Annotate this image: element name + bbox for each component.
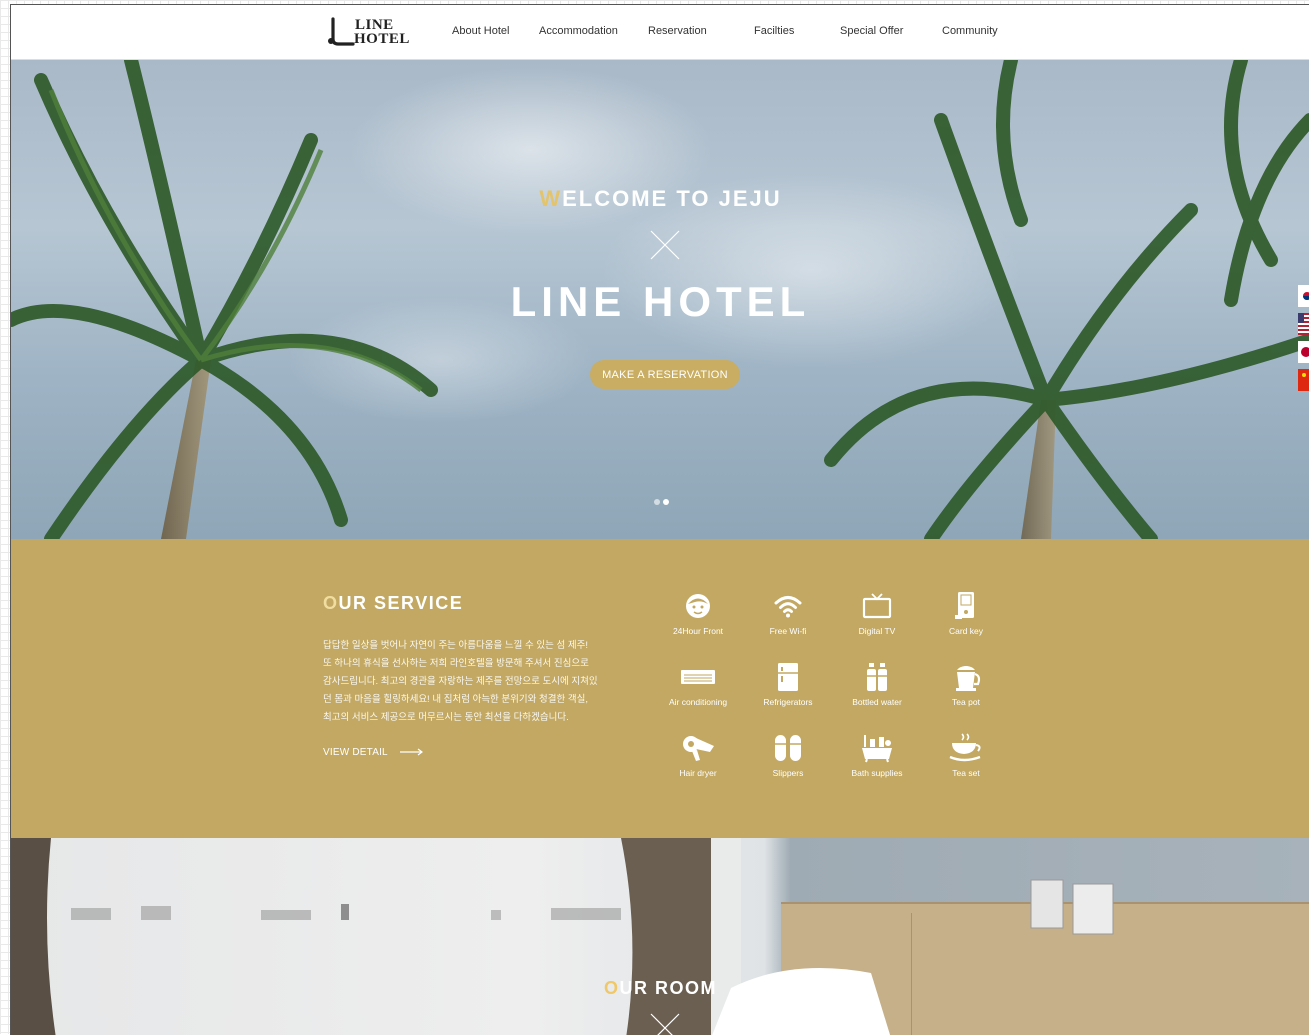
hotel-logo[interactable]: LINE HOTEL [327,15,417,49]
amenity-label: Tea set [952,768,980,778]
slider-dots [654,492,672,510]
amenity-label: Bath supplies [851,768,903,778]
service-line: 던 몸과 마음을 힐링하세요! 내 집처럼 아늑한 분위기와 청결한 객실, [323,694,589,705]
service-line: 최고의 서비스 제공으로 머무르시는 동안 최선을 다하겠습니다. [323,712,569,723]
amenity-label: Air conditioning [668,697,728,707]
amenity-label: Slippers [772,768,804,778]
air-conditioner-icon [681,670,715,684]
amenity-bottled-water: Bottled water [837,662,917,707]
hero-title: LINE HOTEL [510,278,811,325]
tv-icon [862,593,892,619]
service-line: 감사드립니다. 최고의 경관을 자랑하는 제주를 전망으로 도시에 지쳐있 [323,676,598,687]
logo-text-line2: HOTEL [354,31,410,47]
view-detail-label: VIEW DETAIL [323,747,388,758]
amenity-digital-tv: Digital TV [837,591,917,636]
nav-special-offer[interactable]: Special Offer [840,25,903,37]
cross-divider-icon [650,1013,680,1035]
amenity-label: Hair dryer [679,768,717,778]
amenity-label: Bottled water [852,697,902,707]
slider-dot-1[interactable] [654,499,660,505]
room-title-rest: UR ROOM [619,978,717,998]
tea-set-icon [949,733,981,762]
welcome-rest: ELCOME TO JEJU [562,186,782,211]
amenity-free-wifi: Free Wi-fi [748,591,828,636]
our-room-section: OUR ROOM [11,838,1309,1035]
welcome-first-letter: W [539,186,563,211]
service-line: 또 하나의 휴식을 선사하는 저희 라인호텔을 방문해 주셔서 진심으로 [323,658,589,669]
amenity-tea-set: Tea set [926,733,1006,778]
usa-flag-icon[interactable] [1298,313,1309,335]
hero-welcome-text: WELCOME TO JEJU [11,186,1309,212]
refrigerator-icon [778,663,798,691]
browser-viewport: LINE HOTEL About Hotel Accommodation Res… [10,4,1309,1035]
language-selector [1298,285,1309,397]
amenity-bath-supplies: Bath supplies [837,733,917,778]
card-key-icon [955,592,974,619]
face-icon [686,594,710,618]
hair-dryer-icon [683,736,714,761]
service-line: 답답한 일상을 벗어나 자연이 주는 아름다움을 느낄 수 있는 섬 제주! [323,640,589,651]
amenity-hair-dryer: Hair dryer [658,733,738,778]
make-reservation-button[interactable]: MAKE A RESERVATION [590,360,740,389]
view-detail-link[interactable]: VIEW DETAIL [323,747,424,758]
japan-flag-icon[interactable] [1298,341,1309,363]
nav-reservation[interactable]: Reservation [648,25,707,37]
amenity-24hour-front: 24Hour Front [658,591,738,636]
service-description: 답답한 일상을 벗어나 자연이 주는 아름다움을 느낄 수 있는 섬 제주! 또… [323,637,633,727]
amenity-air-conditioning: Air conditioning [658,662,738,707]
amenity-label: Refrigerators [763,697,813,707]
logo-mark-icon [328,17,355,46]
hero-banner: WELCOME TO JEJU LINE HOTEL MAKE A RESERV… [11,60,1309,539]
amenity-tea-pot: Tea pot [926,662,1006,707]
service-title-first: O [323,593,339,613]
amenity-refrigerators: Refrigerators [748,662,828,707]
amenity-label: Card key [948,626,983,636]
bottled-water-icon [867,663,887,691]
cross-divider-icon [650,230,680,260]
china-flag-icon[interactable] [1298,369,1309,391]
room-title-first: O [603,978,620,998]
tea-pot-icon [956,666,981,691]
amenity-label: Free Wi-fi [769,626,807,636]
nav-accommodation[interactable]: Accommodation [539,25,618,37]
room-photo-image [11,838,1309,1035]
bath-supplies-icon [862,735,892,763]
our-service-section: OUR SERVICE 답답한 일상을 벗어나 자연이 주는 아름다움을 느낄 … [11,539,1309,838]
amenity-label: 24Hour Front [672,626,724,636]
slippers-icon [775,735,801,761]
nav-facilities[interactable]: Facilties [754,25,794,37]
slider-dot-2[interactable] [663,499,669,505]
nav-community[interactable]: Community [942,25,998,37]
amenity-slippers: Slippers [748,733,828,778]
nav-about-hotel[interactable]: About Hotel [452,25,509,37]
site-header: LINE HOTEL About Hotel Accommodation Res… [11,5,1309,60]
amenity-label: Digital TV [858,626,896,636]
room-title: OUR ROOM [11,978,1309,999]
korea-flag-icon[interactable] [1298,285,1309,307]
amenity-label: Tea pot [952,697,980,707]
service-title: OUR SERVICE [323,593,463,614]
wifi-icon [774,596,802,618]
amenity-card-key: Card key [926,591,1006,636]
arrow-right-icon [400,748,424,756]
service-title-rest: UR SERVICE [338,593,464,613]
